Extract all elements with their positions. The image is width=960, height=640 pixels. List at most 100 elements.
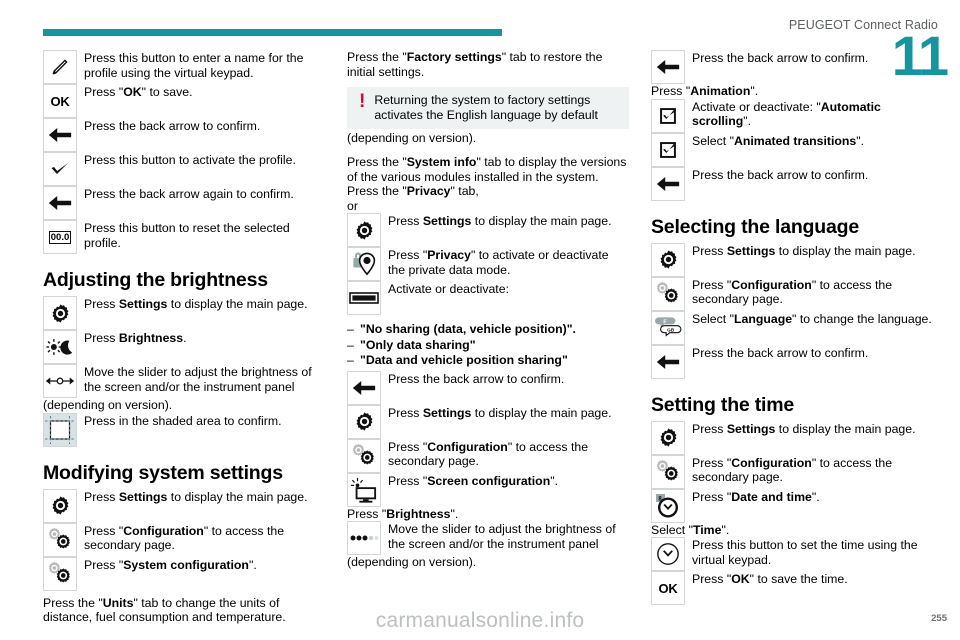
instruction-row: Press the back arrow to confirm. <box>651 50 933 84</box>
ok-icon: OK <box>43 84 77 118</box>
back-arrow-icon <box>43 186 77 220</box>
configuration-gears-icon <box>651 276 685 311</box>
instruction-text: Press this button to enter a name for th… <box>84 51 304 80</box>
instruction-row: Press this button to enter a name for th… <box>43 50 325 84</box>
instruction-text: Press "Screen configuration". <box>388 473 559 488</box>
section-heading-brightness: Adjusting the brightness <box>43 269 268 291</box>
shaded-area-icon <box>43 412 77 447</box>
instruction-text: Press "Date and time". <box>692 489 820 504</box>
checkmark-icon <box>43 152 77 186</box>
brightness-day-night-icon <box>43 330 77 364</box>
instruction-row: Press Settings to display the main page. <box>651 420 933 455</box>
instruction-text: Press "Configuration" to access the seco… <box>84 523 285 553</box>
instruction-row: Activate or deactivate: <box>347 281 629 316</box>
privacy-tab-text: Press the "Privacy" tab, <box>347 184 479 199</box>
checkbox-checked-icon <box>651 132 685 167</box>
or-text: or <box>347 198 358 213</box>
instruction-text: Press Brightness. <box>84 331 187 345</box>
checkbox-checked-icon <box>651 98 685 133</box>
watermark: carmanualsonline.info <box>375 609 585 632</box>
instruction-row: Press the back arrow to confirm. <box>651 344 933 379</box>
section-heading-system-settings: Modifying system settings <box>43 461 283 484</box>
svg-text:GB: GB <box>667 327 675 333</box>
instruction-text: Move the slider to adjust the brightness… <box>388 522 616 552</box>
instruction-row: Press Brightness. <box>43 330 325 364</box>
instruction-text: Press the back arrow to confirm. <box>388 371 565 386</box>
instruction-text: Press the back arrow to confirm. <box>692 345 869 360</box>
instruction-text: Press Settings to display the main page. <box>692 421 916 436</box>
instruction-row: Press this button to set the time using … <box>651 537 933 572</box>
instruction-text: Move the slider to adjust the brightness… <box>84 365 312 394</box>
list-item: – "Only data sharing" <box>347 338 629 354</box>
instruction-text: Press "System configuration". <box>84 557 257 572</box>
instruction-text: Press Settings to display the main page. <box>388 405 612 420</box>
sharing-options-list: – "No sharing (data, vehicle position)". … <box>347 322 629 369</box>
settings-gear-icon <box>347 213 381 248</box>
page-number: 255 <box>931 613 947 624</box>
privacy-lock-pin-icon <box>347 247 381 282</box>
instruction-text: Press the back arrow again to confirm. <box>84 187 294 201</box>
toggle-switch-icon <box>347 281 381 316</box>
instruction-text: Press the back arrow to confirm. <box>692 167 869 182</box>
instruction-row: Press "Configuration" to access the seco… <box>651 454 933 489</box>
instruction-text: Press Settings to display the main page. <box>692 243 916 258</box>
language-bubbles-icon: F GB <box>651 310 685 345</box>
instruction-text: Press this button to set the time using … <box>692 538 918 567</box>
instruction-row: Press the back arrow to confirm. <box>347 370 629 405</box>
slider-tail-text: (depending on version). <box>347 555 477 570</box>
list-item: – "No sharing (data, vehicle position)". <box>347 322 629 338</box>
instruction-row: Select "Animated transitions". <box>651 132 933 167</box>
instruction-row: Press Settings to display the main page. <box>347 404 629 439</box>
instruction-text: Press "OK" to save. <box>84 85 193 99</box>
content-columns: Press this button to enter a name for th… <box>43 50 933 625</box>
instruction-text: Press the back arrow to confirm. <box>692 51 869 65</box>
back-arrow-icon <box>651 166 685 201</box>
instruction-row: OK Press "OK" to save. <box>43 84 325 118</box>
settings-gear-icon <box>651 420 685 455</box>
section-heading-time: Setting the time <box>651 393 795 416</box>
instruction-row: OK Press "OK" to save the time. <box>651 571 933 606</box>
dash-bullet: – <box>347 322 354 337</box>
instruction-row: Activate or deactivate: "Automatic scrol… <box>651 98 933 133</box>
configuration-gears-icon <box>651 454 685 489</box>
slider-icon <box>43 364 77 398</box>
instruction-row: Press in the shaded area to confirm. <box>43 412 325 447</box>
instruction-row: Move the slider to adjust the brightness… <box>43 364 325 398</box>
section-heading-language: Selecting the language <box>651 215 859 238</box>
header-rule <box>43 29 502 36</box>
warning-box: ! Returning the system to factory settin… <box>347 87 629 130</box>
date-time-clock-icon: 8 <box>651 488 685 523</box>
column-middle: Press the "Factory settings" tab to rest… <box>347 50 629 625</box>
instruction-row: Press the back arrow to confirm. <box>651 166 933 201</box>
instruction-row: Press "Privacy" to activate or deactivat… <box>347 247 629 282</box>
instruction-text: Activate or deactivate: "Automatic scrol… <box>692 99 881 129</box>
instruction-row: Press Settings to display the main page. <box>43 488 325 523</box>
warning-exclamation-icon: ! <box>359 91 366 113</box>
factory-settings-text: Press the "Factory settings" tab to rest… <box>347 50 603 79</box>
configuration-gears-icon <box>347 438 381 473</box>
instruction-text: Press "OK" to save the time. <box>692 572 848 587</box>
instruction-text: Press this button to activate the profil… <box>84 153 296 167</box>
instruction-text: Press "Configuration" to access the seco… <box>388 439 589 469</box>
warning-tail-text: (depending on version). <box>347 131 477 146</box>
dash-bullet: – <box>347 353 354 368</box>
instruction-text: Select "Animated transitions". <box>692 133 865 148</box>
dash-bullet: – <box>347 337 354 352</box>
instruction-text: Press Settings to display the main page. <box>84 489 308 504</box>
instruction-text: Activate or deactivate: <box>388 282 509 297</box>
settings-gear-icon <box>43 488 77 523</box>
instruction-text: Press "Configuration" to access the seco… <box>692 277 893 307</box>
instruction-row: Press Settings to display the main page. <box>347 213 629 248</box>
back-arrow-icon <box>347 370 381 405</box>
list-item-label: "Data and vehicle position sharing" <box>360 353 568 368</box>
instruction-row: 00.0 Press this button to reset the sele… <box>43 220 325 254</box>
instruction-text: Press "Privacy" to activate or deactivat… <box>388 248 609 277</box>
back-arrow-icon <box>651 344 685 379</box>
pencil-icon <box>43 50 77 84</box>
column-right: Press the back arrow to confirm. Press "… <box>651 50 933 625</box>
list-item: – "Data and vehicle position sharing" <box>347 353 629 369</box>
instruction-row: Press this button to activate the profil… <box>43 152 325 186</box>
instruction-row: Press "System configuration". <box>43 556 325 591</box>
configuration-gears-icon <box>43 556 77 591</box>
instruction-row: 8 Press "Date and time". <box>651 488 933 523</box>
